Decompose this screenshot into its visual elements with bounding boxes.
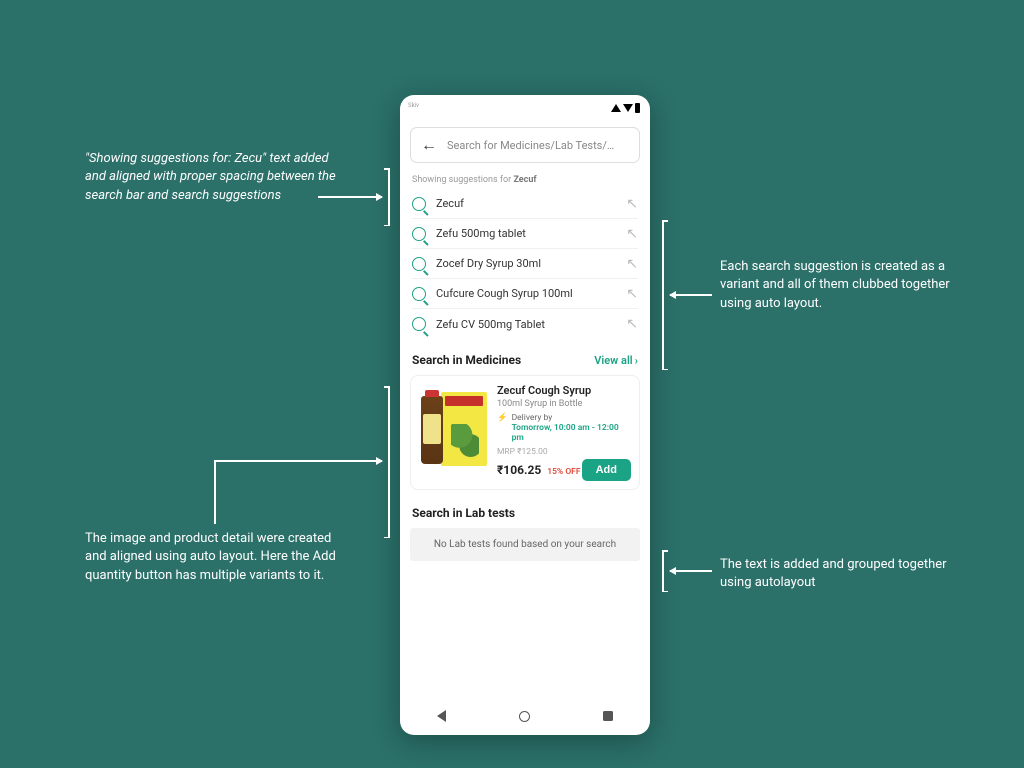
arrow-line: [670, 570, 712, 572]
search-icon: [412, 227, 426, 241]
lab-empty-message: No Lab tests found based on your search: [410, 528, 640, 561]
insert-arrow-icon[interactable]: ↖: [626, 196, 638, 212]
battery-icon: [635, 103, 640, 113]
bolt-icon: ⚡: [497, 413, 508, 423]
back-arrow-icon[interactable]: ←: [421, 135, 437, 155]
medicines-section-header: Search in Medicines View all›: [400, 339, 650, 375]
carrier-label: Skiv: [408, 102, 419, 109]
insert-arrow-icon[interactable]: ↖: [626, 286, 638, 302]
mrp-label: MRP ₹125.00: [497, 447, 631, 457]
bracket-icon: [662, 220, 664, 370]
connector-line: [214, 460, 216, 524]
search-bar[interactable]: ← Search for Medicines/Lab Tests/…: [410, 127, 640, 163]
price: ₹106.25: [497, 463, 541, 477]
section-title: Search in Medicines: [412, 353, 521, 367]
product-name: Zecuf Cough Syrup: [497, 384, 631, 397]
annotation-bottom-right: The text is added and grouped together u…: [720, 556, 950, 593]
suggestion-item[interactable]: Zocef Dry Syrup 30ml ↖: [412, 249, 638, 279]
suggestion-item[interactable]: Zefu 500mg tablet ↖: [412, 219, 638, 249]
suggestion-item[interactable]: Cufcure Cough Syrup 100ml ↖: [412, 279, 638, 309]
bracket-icon: [662, 550, 664, 592]
view-all-link[interactable]: View all›: [594, 354, 638, 367]
search-icon: [412, 257, 426, 271]
search-icon: [412, 197, 426, 211]
search-input[interactable]: Search for Medicines/Lab Tests/…: [447, 139, 629, 152]
annotation-top-left: "Showing suggestions for: Zecu" text add…: [85, 150, 345, 205]
annotation-bottom-left: The image and product detail were create…: [85, 530, 345, 585]
wifi-icon: [623, 104, 633, 112]
insert-arrow-icon[interactable]: ↖: [626, 226, 638, 242]
insert-arrow-icon[interactable]: ↖: [626, 256, 638, 272]
arrow-line: [670, 294, 712, 296]
arrow-line: [318, 196, 382, 198]
annotation-mid-right: Each search suggestion is created as a v…: [720, 258, 970, 313]
suggestion-item[interactable]: Zefu CV 500mg Tablet ↖: [412, 309, 638, 339]
phone-mockup: Skiv ← Search for Medicines/Lab Tests/… …: [400, 95, 650, 735]
bracket-icon: [388, 386, 390, 538]
search-icon: [412, 317, 426, 331]
suggestion-label: Zefu 500mg tablet: [436, 227, 616, 240]
suggestion-label: Zefu CV 500mg Tablet: [436, 318, 616, 331]
android-nav-bar: [400, 697, 650, 735]
suggestion-label: Zocef Dry Syrup 30ml: [436, 257, 616, 270]
nav-recent-icon[interactable]: [603, 711, 613, 721]
nav-back-icon[interactable]: [437, 710, 446, 722]
discount-label: 15% OFF: [547, 467, 580, 477]
product-card[interactable]: Zecuf Cough Syrup 100ml Syrup in Bottle …: [410, 375, 640, 490]
chevron-right-icon: ›: [635, 354, 638, 367]
search-icon: [412, 287, 426, 301]
suggestions-caption: Showing suggestions for Zecuf: [400, 171, 650, 189]
signal-icon: [611, 104, 621, 112]
delivery-time: Tomorrow, 10:00 am - 12:00 pm: [512, 423, 619, 443]
bracket-icon: [388, 168, 390, 226]
product-subtitle: 100ml Syrup in Bottle: [497, 399, 631, 409]
product-image: [419, 384, 489, 472]
status-bar: [400, 95, 650, 121]
suggestion-label: Cufcure Cough Syrup 100ml: [436, 287, 616, 300]
nav-home-icon[interactable]: [519, 711, 530, 722]
delivery-label: Delivery by: [512, 413, 553, 423]
add-button[interactable]: Add: [582, 459, 631, 481]
suggestions-list: Zecuf ↖ Zefu 500mg tablet ↖ Zocef Dry Sy…: [400, 189, 650, 339]
suggestion-item[interactable]: Zecuf ↖: [412, 189, 638, 219]
arrow-line: [214, 460, 382, 462]
suggestion-label: Zecuf: [436, 197, 616, 210]
lab-section-title: Search in Lab tests: [400, 490, 650, 528]
insert-arrow-icon[interactable]: ↖: [626, 316, 638, 332]
